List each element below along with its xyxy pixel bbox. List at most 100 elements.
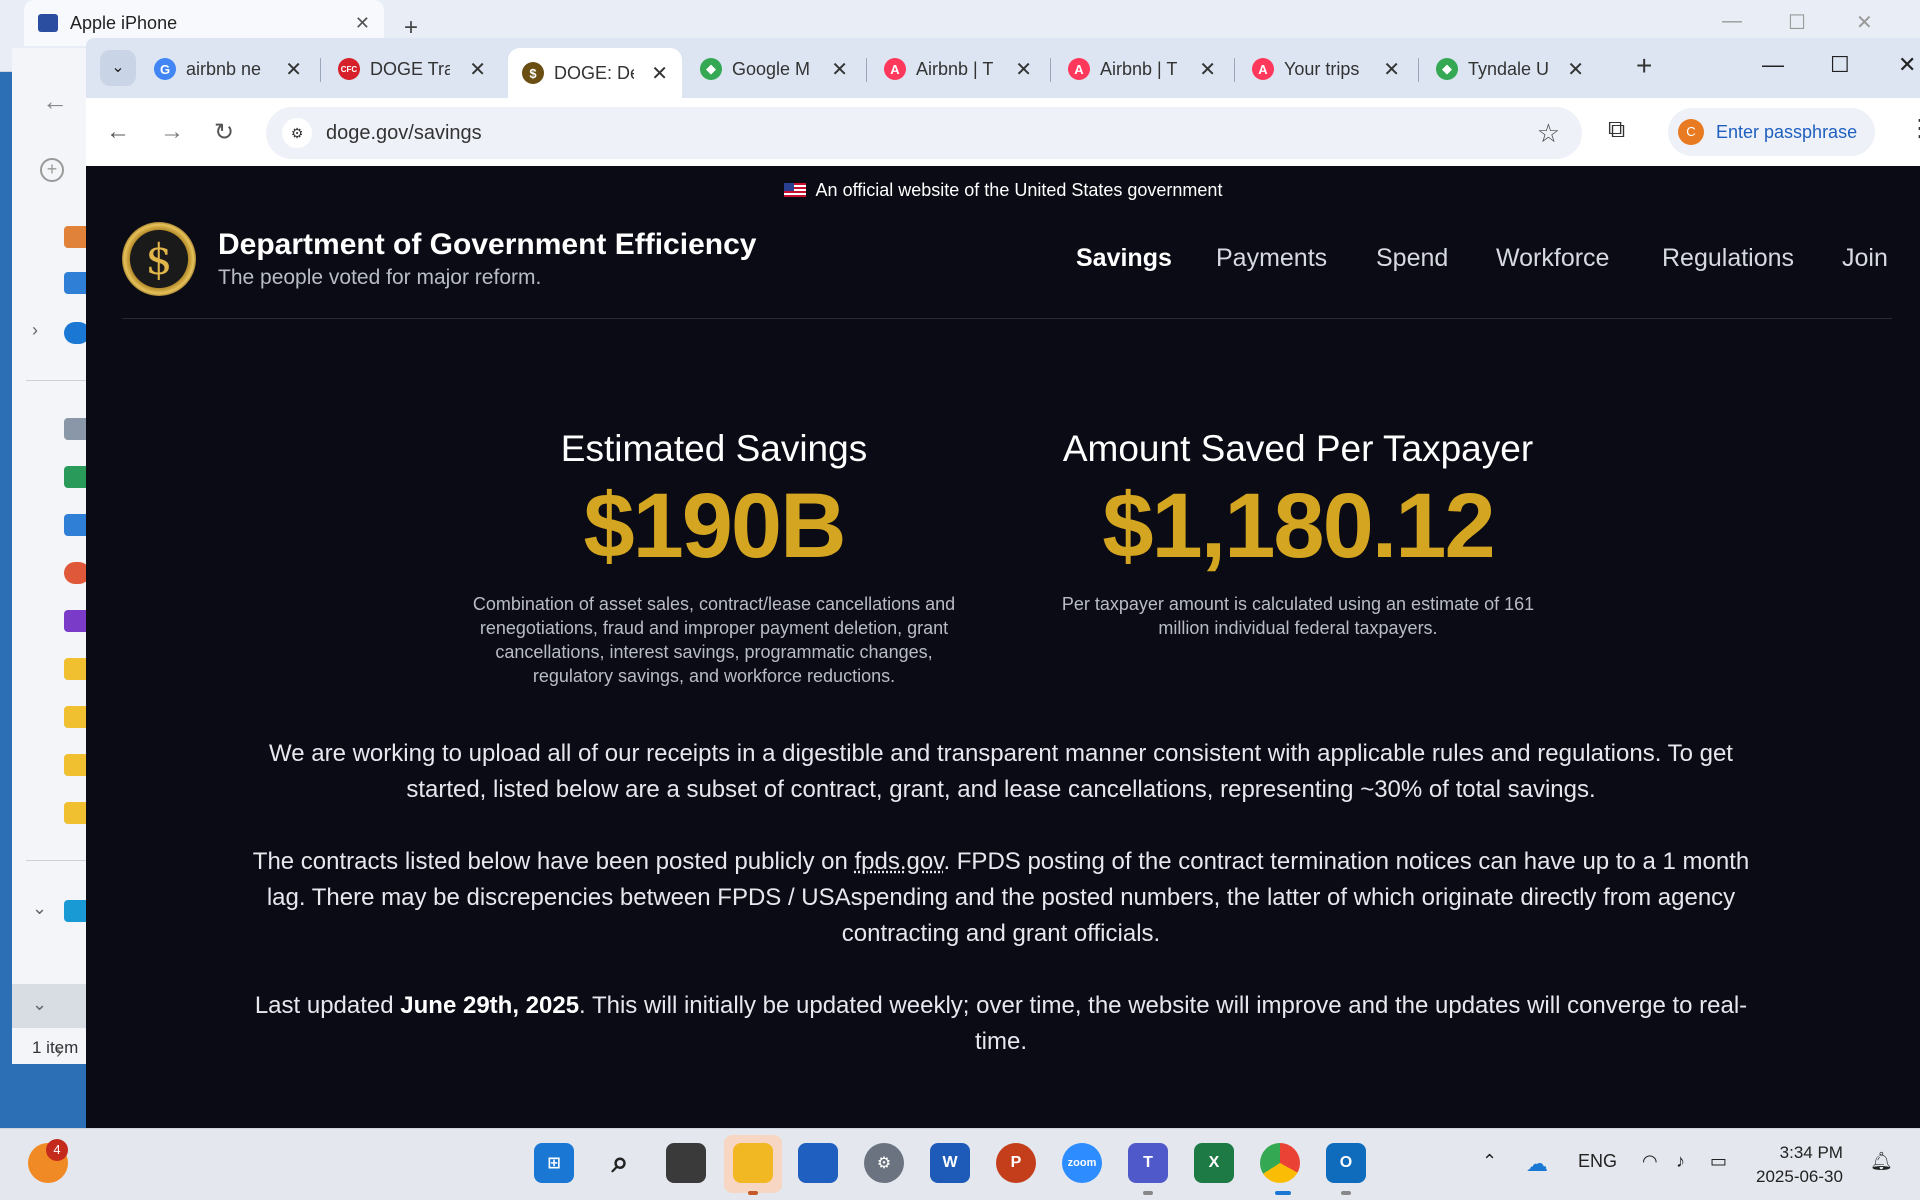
apple-icon <box>38 14 58 32</box>
zoom-icon[interactable]: zoom <box>1062 1143 1102 1183</box>
background-tab-label: Apple iPhone <box>70 12 178 33</box>
onedrive-icon[interactable]: ☁ <box>1526 1151 1548 1177</box>
tab-label: Airbnb | T <box>916 58 994 79</box>
chevron-right-icon[interactable]: › <box>32 320 38 341</box>
nav-regulations[interactable]: Regulations <box>1662 244 1794 273</box>
tab-close-icon[interactable]: ✕ <box>1199 57 1216 82</box>
nav-workforce[interactable]: Workforce <box>1496 244 1609 273</box>
avatar: C <box>1678 119 1704 145</box>
close-icon[interactable]: ✕ <box>355 13 370 34</box>
maximize-icon[interactable]: ☐ <box>1830 52 1850 78</box>
browser-tab[interactable]: ◆ Google M ✕ <box>686 48 862 90</box>
show-hidden-icons-icon[interactable]: ⌃ <box>1482 1151 1497 1172</box>
clock-date: 2025-06-30 <box>1756 1167 1843 1186</box>
stat-description: Combination of asset sales, contract/lea… <box>472 594 956 686</box>
tab-close-icon[interactable]: ✕ <box>1383 57 1400 82</box>
windows-start-icon[interactable]: ⊞ <box>534 1143 574 1183</box>
chevron-down-icon[interactable]: ⌄ <box>32 994 47 1015</box>
running-indicator <box>748 1191 758 1195</box>
maps-icon: ◆ <box>700 58 722 80</box>
file-explorer: ← + › ⌄ ⌄ › 1 item <box>12 48 90 1064</box>
back-icon[interactable]: ← <box>106 118 130 146</box>
settings-gear-icon[interactable]: ⚙ <box>864 1143 904 1183</box>
nav-spend[interactable]: Spend <box>1376 244 1448 273</box>
tab-close-icon[interactable]: ✕ <box>1567 57 1584 82</box>
file-explorer-icon[interactable] <box>733 1143 773 1183</box>
clock-time: 3:34 PM <box>1779 1143 1843 1162</box>
browser-tab[interactable]: A Airbnb | T ✕ <box>1054 48 1230 90</box>
google-icon: G <box>154 58 176 80</box>
browser-tab[interactable]: Gairbnb ne ✕ <box>140 48 316 90</box>
powerpoint-icon[interactable]: P <box>996 1143 1036 1183</box>
tab-separator <box>1234 58 1235 82</box>
extensions-icon[interactable]: ⧉ <box>1608 116 1625 144</box>
search-icon[interactable]: ⌕ <box>600 1143 640 1183</box>
teams-icon[interactable]: T <box>1128 1143 1168 1183</box>
browser-tab[interactable]: ◆ Tyndale U ✕ <box>1422 48 1598 90</box>
stat-description: Per taxpayer amount is calculated using … <box>1061 594 1535 638</box>
tab-close-icon[interactable]: ✕ <box>1015 57 1032 82</box>
cfc-icon: CFC <box>338 58 360 80</box>
browser-tab[interactable]: A Your trips ✕ <box>1238 48 1414 90</box>
tab-close-icon[interactable]: ✕ <box>831 57 848 82</box>
nav-join[interactable]: Join <box>1842 244 1888 273</box>
microsoft-store-icon[interactable] <box>798 1143 838 1183</box>
estimated-savings-card: Estimated Savings $190B Combination of a… <box>454 428 974 688</box>
clock[interactable]: 3:34 PM 2025-06-30 <box>1756 1141 1843 1189</box>
nav-payments[interactable]: Payments <box>1216 244 1327 273</box>
doge-logo[interactable]: $ <box>122 222 196 296</box>
site-info-icon[interactable]: ⚙ <box>282 118 312 148</box>
notification-badge: 4 <box>46 1139 68 1161</box>
browser-toolbar: ← → ↻ ⚙ doge.gov/savings ☆ ⧉ C Enter pas… <box>86 98 1920 166</box>
chevron-down-icon[interactable]: ⌄ <box>32 898 47 919</box>
url-text[interactable]: doge.gov/savings <box>326 122 482 145</box>
maximize-icon[interactable]: ☐ <box>1788 10 1806 35</box>
tab-search-button[interactable]: ⌄ <box>100 50 136 86</box>
address-bar[interactable]: ⚙ doge.gov/savings ☆ <box>266 107 1582 159</box>
battery-icon[interactable]: ▭ <box>1710 1151 1727 1172</box>
browser-tab[interactable]: A Airbnb | T ✕ <box>870 48 1046 90</box>
web-page: An official website of the United States… <box>86 166 1920 1128</box>
notifications-bell-icon[interactable]: 🔔︎ <box>1870 1151 1893 1172</box>
minimize-icon[interactable]: — <box>1722 10 1742 33</box>
tab-close-icon[interactable]: ✕ <box>469 57 486 82</box>
selected-nav-row[interactable] <box>12 984 90 1028</box>
excel-icon[interactable]: X <box>1194 1143 1234 1183</box>
tab-label: airbnb ne <box>186 58 262 79</box>
status-bar-text: 1 item <box>32 1038 79 1057</box>
fpds-link[interactable]: fpds.gov <box>854 848 943 875</box>
forward-icon[interactable]: → <box>160 118 184 146</box>
nav-savings[interactable]: Savings <box>1076 244 1172 273</box>
new-icon[interactable]: + <box>40 158 64 182</box>
menu-icon[interactable]: ⋮ <box>1908 114 1920 143</box>
stat-value: $190B <box>583 475 846 577</box>
task-view-icon[interactable] <box>666 1143 706 1183</box>
chrome-icon[interactable] <box>1260 1143 1300 1183</box>
tab-close-icon[interactable]: ✕ <box>285 57 302 82</box>
tab-label: Tyndale U <box>1468 58 1548 79</box>
close-window-icon[interactable]: ✕ <box>1856 10 1873 35</box>
profile-label: Enter passphrase <box>1716 121 1858 142</box>
tab-close-icon[interactable]: ✕ <box>651 61 668 86</box>
wifi-icon[interactable]: ◠ <box>1642 1151 1658 1172</box>
fpds-text-pre: The contracts listed below have been pos… <box>252 848 855 875</box>
tab-separator <box>1050 58 1051 82</box>
volume-icon[interactable]: ♪ <box>1676 1151 1685 1172</box>
browser-window: ⌄ Gairbnb ne ✕ CFC DOGE Tra ✕ $ DOGE: De ✕ ◆ Goog… <box>86 38 1920 1128</box>
back-arrow-icon[interactable]: ← <box>42 86 68 117</box>
language-indicator[interactable]: ENG <box>1578 1151 1617 1172</box>
new-tab-button[interactable]: + <box>1636 50 1652 82</box>
word-icon[interactable]: W <box>930 1143 970 1183</box>
stat-label: Amount Saved Per Taxpayer <box>1062 428 1534 469</box>
bookmark-star-icon[interactable]: ☆ <box>1537 118 1560 149</box>
reload-icon[interactable]: ↻ <box>214 118 234 147</box>
profile-button[interactable]: C Enter passphrase <box>1668 108 1876 156</box>
site-title[interactable]: Department of Government Efficiency <box>218 228 756 262</box>
outlook-icon[interactable]: O <box>1326 1143 1366 1183</box>
browser-tab[interactable]: CFC DOGE Tra ✕ <box>324 48 500 90</box>
minimize-icon[interactable]: — <box>1762 52 1784 78</box>
browser-tab[interactable]: $ DOGE: De ✕ <box>508 48 682 98</box>
close-window-icon[interactable]: ✕ <box>1898 52 1916 78</box>
gov-banner-text: An official website of the United States… <box>815 180 1223 200</box>
doge-icon: $ <box>522 62 544 84</box>
